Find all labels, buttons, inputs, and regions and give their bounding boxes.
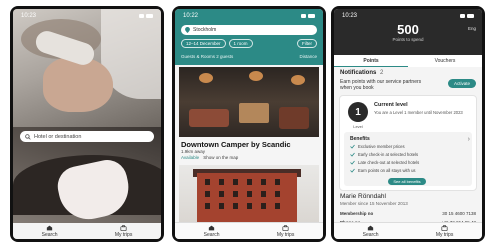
status-time: 10:23 (21, 13, 37, 19)
membership-row: Membership no 30 15 4600 7138 (340, 209, 476, 217)
check-icon (350, 168, 355, 173)
notification-text: Earn points with our service partners wh… (340, 79, 422, 92)
points-value: 500 (397, 22, 419, 37)
tab-points[interactable]: Points (334, 55, 408, 67)
membership-label: Membership no (340, 210, 374, 216)
tab-search-label: Search (203, 231, 220, 238)
notifications-count: 2 (380, 70, 384, 76)
membership-value: 30 15 4600 7138 (442, 210, 476, 216)
level-badge: 1 (348, 102, 368, 122)
benefit-item: Earn points on all stays with us (350, 168, 416, 173)
tab-search[interactable]: Search (363, 225, 379, 238)
status-bar: 10:23 (334, 9, 482, 23)
search-value: Stockholm (193, 27, 217, 33)
member-since: Member since 15 November 2013 (340, 201, 408, 206)
check-icon (350, 144, 355, 149)
chip-dates[interactable]: 12–14 December (181, 39, 226, 48)
tab-my-trips-label: My trips (276, 231, 295, 238)
status-bar: 10:22 (175, 9, 323, 23)
notifications-title: Notifications 2 (340, 70, 383, 76)
suitcase-icon (441, 224, 448, 231)
suitcase-icon (282, 224, 289, 231)
tab-vouchers[interactable]: Vouchers (408, 55, 482, 67)
phone-search-screen: 10:23 Hotel or destination Search My tri… (10, 6, 164, 242)
bottom-tab-bar: Search My trips (175, 222, 323, 239)
hotel-photo-building[interactable] (179, 165, 319, 227)
home-icon (367, 225, 374, 230)
benefits-box: Benefits Exclusive member prices Early c… (344, 132, 472, 186)
level-card: 1 Level Current level You are a Level 1 … (339, 95, 477, 191)
tab-my-trips-label: My trips (114, 231, 133, 238)
status-bar: 10:23 (13, 9, 161, 23)
tab-my-trips-label: My trips (435, 231, 454, 238)
chip-filter[interactable]: Filter (297, 39, 317, 48)
tab-search[interactable]: Search (42, 225, 58, 238)
tab-search[interactable]: Search (204, 225, 220, 238)
points-label: Points to spend (392, 37, 424, 42)
benefit-text: Earn points on all stays with us (358, 168, 416, 173)
search-placeholder: Hotel or destination (34, 133, 82, 140)
level-description: You are a Level 1 member until November … (374, 110, 463, 115)
profile-screen: 10:23 500 Points to spend Eng Points Vou… (334, 9, 482, 239)
check-icon (350, 152, 355, 157)
hotel-tags: Available Show on the map (181, 155, 238, 160)
guests-rooms-label[interactable]: Guests & Rooms 2 guests (181, 54, 233, 59)
tab-my-trips[interactable]: My trips (435, 224, 454, 238)
chip-rooms[interactable]: 1 room (228, 39, 253, 48)
bottom-tab-bar: Search My trips (334, 222, 482, 239)
notifications-title-text: Notifications (340, 70, 377, 76)
hero-image-top (13, 9, 161, 127)
level-title: Current level (374, 102, 408, 108)
availability-badge: Available (181, 155, 200, 160)
phone-results-screen: 10:22 Stockholm 12–14 December 1 room Fi… (172, 6, 326, 242)
bottom-tab-bar: Search My trips (13, 223, 161, 239)
benefit-text: Exclusive member prices (358, 144, 405, 149)
status-icons (301, 14, 315, 18)
status-time: 10:22 (183, 13, 199, 19)
status-icons (460, 14, 474, 18)
benefit-item: Early check-in at selected hotels (350, 152, 418, 157)
hotel-photo-lobby[interactable] (179, 67, 319, 137)
home-icon (46, 225, 53, 230)
tab-my-trips[interactable]: My trips (114, 224, 133, 238)
search-screen: 10:23 Hotel or destination Search My tri… (13, 9, 161, 239)
see-all-benefits-button[interactable]: See all benefits (388, 178, 426, 185)
home-icon (208, 225, 215, 230)
hotel-distance: 1.9km away (181, 149, 206, 154)
points-tabs: Points Vouchers (334, 55, 482, 67)
check-icon (350, 160, 355, 165)
status-time: 10:23 (342, 13, 358, 19)
activate-button[interactable]: Activate (448, 79, 476, 88)
status-icons (139, 14, 153, 18)
sort-row: Guests & Rooms 2 guests Distance (181, 52, 317, 60)
sort-distance-label[interactable]: Distance (299, 54, 317, 59)
benefit-item: Late check-out at selected hotels (350, 160, 419, 165)
results-screen: 10:22 Stockholm 12–14 December 1 room Fi… (175, 9, 323, 239)
location-pin-icon (185, 27, 190, 33)
chevron-right-icon[interactable]: › (468, 136, 470, 143)
search-icon (25, 133, 31, 140)
benefit-text: Early check-in at selected hotels (358, 152, 419, 157)
benefit-text: Late check-out at selected hotels (358, 160, 420, 165)
language-selector[interactable]: Eng (468, 26, 476, 31)
filter-chips: 12–14 December 1 room Filter (181, 39, 317, 48)
tab-search-label: Search (362, 231, 379, 238)
phone-profile-screen: 10:23 500 Points to spend Eng Points Vou… (331, 6, 485, 242)
member-name: Marie Rönndahl (340, 193, 386, 200)
benefit-item: Exclusive member prices (350, 144, 405, 149)
level-badge-label: Level (353, 124, 363, 129)
search-input[interactable]: Hotel or destination (20, 131, 154, 142)
show-on-map-link[interactable]: Show on the map (203, 155, 238, 160)
tab-search-label: Search (41, 231, 58, 238)
suitcase-icon (120, 224, 127, 231)
destination-search-input[interactable]: Stockholm (181, 25, 317, 35)
hotel-name[interactable]: Downtown Camper by Scandic (181, 140, 291, 149)
tab-my-trips[interactable]: My trips (276, 224, 295, 238)
benefits-title: Benefits (350, 136, 370, 142)
